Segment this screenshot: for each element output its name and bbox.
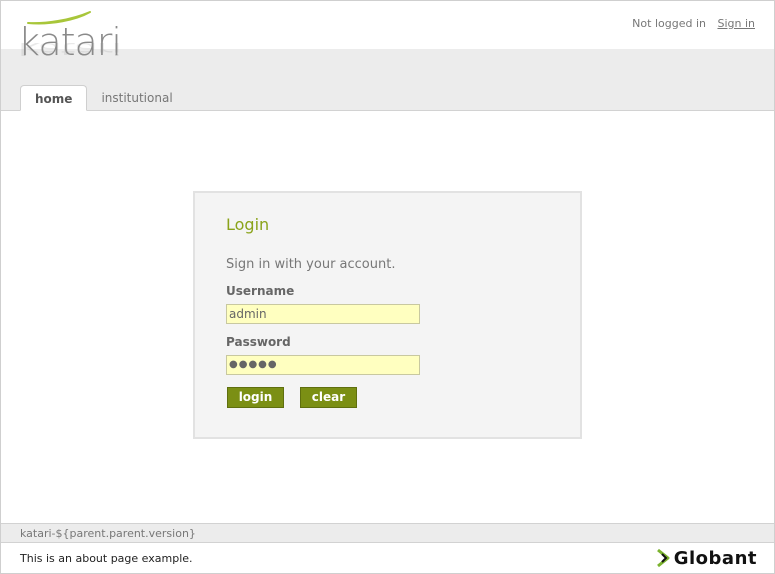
version-bar: katari-${parent.parent.version}: [1, 523, 774, 543]
logo-reflection: katari: [18, 39, 121, 59]
login-button[interactable]: login: [227, 387, 284, 408]
globant-wordmark: Globant: [673, 547, 757, 569]
login-subtitle: Sign in with your account.: [226, 257, 396, 272]
login-status-text: Not logged in: [632, 17, 706, 30]
sign-in-link[interactable]: Sign in: [717, 17, 755, 30]
password-label: Password: [226, 335, 291, 349]
username-label: Username: [226, 284, 295, 298]
globant-logo[interactable]: Globant: [656, 546, 757, 570]
katari-logo[interactable]: katari katari: [18, 10, 122, 76]
about-text: This is an about page example.: [20, 552, 193, 565]
username-field[interactable]: [226, 304, 420, 324]
tab-home[interactable]: home: [20, 85, 88, 111]
session-status-bar: Not logged in Sign in: [632, 17, 755, 30]
login-title: Login: [226, 215, 270, 234]
password-field[interactable]: ●●●●●: [226, 355, 420, 375]
tab-institutional[interactable]: institutional: [87, 85, 186, 111]
login-panel: Login Sign in with your account. Usernam…: [193, 191, 582, 439]
clear-button[interactable]: clear: [300, 387, 357, 408]
main-tabs: home institutional: [20, 85, 187, 111]
globant-chevron-icon: [656, 548, 670, 568]
